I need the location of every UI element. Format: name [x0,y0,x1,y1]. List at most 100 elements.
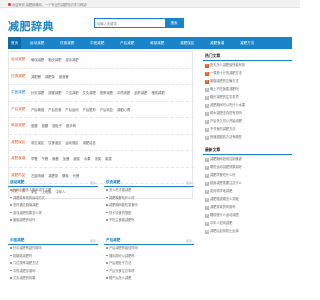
more-link[interactable]: 更多 [90,239,96,243]
category-link[interactable]: 晚餐 [52,157,59,161]
latest-article-item[interactable]: 3 减肥早餐吃什么好 [203,171,292,179]
latest-article-item[interactable]: 9 中年人如何减肥 [203,219,292,227]
category-label[interactable]: 产后减肥 [11,107,25,112]
category-link[interactable]: 减肥谣言 [83,141,96,145]
category-link[interactable]: 瘦手臂 [66,124,76,128]
category-link[interactable]: 健身餐 [59,75,69,79]
category-link[interactable]: 瘦腰 [42,124,49,128]
article-item[interactable]: 产后减肥的最佳时间 [104,245,194,253]
category-link[interactable]: 穴位减肥 [65,91,78,95]
more-link[interactable]: 更多 [186,181,192,185]
article-item[interactable]: 拔罐能减肥吗 [8,253,98,261]
hot-article-item[interactable]: 1 夏天怎么减肥最快最有效 [203,61,292,69]
category-link[interactable]: 瑜伽减肥 [31,58,44,62]
category-link[interactable]: 拔罐减肥 [48,91,61,95]
latest-article-item[interactable]: 4 健身减肥需要注意什么 [203,179,292,187]
article-item[interactable]: 减肥晚餐吃什么好 [104,195,194,203]
category-link[interactable]: 代餐 [73,174,80,178]
box-title[interactable]: 产后减肥 [106,238,120,243]
category-link[interactable]: 水果 [84,157,91,161]
article-item[interactable]: 顺产后怎么减肥 [104,275,194,283]
category-link[interactable]: 减肥心得 [117,108,130,112]
category-link[interactable]: 针灸减肥 [31,91,44,95]
category-link[interactable]: 午餐 [42,157,49,161]
search-input[interactable] [97,20,159,27]
more-link[interactable]: 更多 [186,239,192,243]
nav-item-methods[interactable]: 减肥方法 [240,37,254,49]
category-link[interactable]: 中药减肥 [117,91,130,95]
hot-article-item[interactable]: 4 晚上不吃饭能减肥吗 [203,85,292,93]
category-link[interactable]: 瘦腿 [31,124,38,128]
category-link[interactable]: 左旋肉碱 [31,174,44,178]
category-link[interactable]: 减肥茶 [45,75,55,79]
article-item[interactable]: 针灸减肥有副作用吗 [8,245,98,253]
nav-item-recipes[interactable]: 减肥食谱 [210,37,224,49]
nav-item-home[interactable]: 首页 [8,37,22,49]
article-item[interactable]: 瑜伽减肥的动作 [8,217,98,225]
category-link[interactable]: 产后恢复 [100,108,113,112]
more-link[interactable]: 更多 [90,181,96,185]
category-link[interactable]: 刮痧减肥 [134,91,147,95]
nav-item-postpartum[interactable]: 产后减肥 [120,37,134,49]
category-link[interactable]: 按摩减肥 [100,91,113,95]
category-label[interactable]: 运动减肥 [11,57,25,62]
nav-item-myths[interactable]: 减肥误区 [180,37,194,49]
site-logo[interactable]: 减肥辞典 [8,18,54,34]
category-link[interactable]: 汤类 [95,157,102,161]
category-link[interactable]: 产后饮食 [48,108,61,112]
nav-item-local[interactable]: 局部减肥 [150,37,164,49]
category-link[interactable]: 常见误区 [31,141,44,145]
category-link[interactable]: 游泳减肥 [65,58,78,62]
article-item[interactable]: 产后饮食注意事项 [104,268,194,276]
category-label[interactable]: 减肥食谱 [11,156,25,161]
article-item[interactable]: 为什么很多人跑步减不了肥 [8,187,98,195]
category-link[interactable]: 饮食误区 [48,141,61,145]
nav-item-diet[interactable]: 饮食减肥 [60,37,74,49]
latest-article-item[interactable]: 2 哪些运动减肥效果最好 [203,163,292,171]
article-item[interactable]: 怎么吃才能减肥 [104,187,194,195]
category-link[interactable]: 埋线减肥 [151,91,164,95]
category-link[interactable]: 早餐 [31,157,38,161]
article-item[interactable]: 减肥最有效的运动方式 [8,195,98,203]
box-title[interactable]: 运动减肥 [10,180,24,185]
box-title[interactable]: 中医减肥 [10,238,24,243]
article-item[interactable]: 艾灸减肥的效果 [8,275,98,283]
category-link[interactable]: 减肥茶 [48,174,58,178]
category-link[interactable]: 跑步减肥 [48,58,61,62]
category-link[interactable]: 减肥餐 [31,75,41,79]
latest-article-item[interactable]: 7 减肥茶真的有用吗 [203,203,292,211]
category-label[interactable]: 中医减肥 [11,90,25,95]
category-link[interactable]: 产后瑜伽 [31,108,44,112]
category-link[interactable]: 加餐 [63,157,70,161]
hot-article-item[interactable]: 6 减肥期间可以吃什么水果 [203,101,292,109]
category-label[interactable]: 减肥误区 [11,140,25,145]
latest-article-item[interactable]: 8 睡前做什么运动减肥 [203,211,292,219]
category-link[interactable]: 蔬菜 [73,157,80,161]
article-item[interactable]: 减肥期间能吃零食吗 [104,202,194,210]
article-item[interactable]: 怎样通过跳绳减肥 [8,202,98,210]
article-item[interactable]: 不吃主食能减肥吗 [104,217,194,225]
nav-item-tcm[interactable]: 中医减肥 [90,37,104,49]
category-label[interactable]: 饮食减肥 [11,74,25,79]
category-link[interactable]: 产后塑形 [83,108,96,112]
latest-article-item[interactable]: 6 減肥瓶颈期怎么突破 [203,195,292,203]
search-button[interactable]: 搜索 [165,19,183,27]
category-link[interactable]: 艾灸减肥 [83,91,96,95]
hot-article-item[interactable]: 9 不节食的减肥方法 [203,125,292,133]
hot-article-item[interactable]: 5 跑步减肥的注意事项 [203,93,292,101]
hot-article-item[interactable]: 3 瑜伽减肥的正确方法 [203,77,292,85]
article-item[interactable]: 游泳减肥效果怎么样 [8,210,98,218]
category-link[interactable]: 酵素 [62,174,69,178]
latest-article-item[interactable]: 10 减肥后如何防止反弹 [203,227,292,235]
article-item[interactable]: 低卡饮食的搭配 [104,210,194,218]
category-label[interactable]: 局部减肥 [11,123,25,128]
hot-article-item[interactable]: 2 一周瘦十斤的减肥方法 [203,69,292,77]
box-title[interactable]: 饮食减肥 [106,180,120,185]
category-link[interactable]: 粥类 [105,157,112,161]
article-item[interactable]: 哺乳期可以减肥吗 [104,253,194,261]
hot-article-item[interactable]: 10 快速瘦腿的方法有哪些 [203,133,292,141]
hot-article-item[interactable]: 7 喝水减肥法真的有效吗 [203,109,292,117]
latest-article-item[interactable]: 5 如何科学地减肥 [203,187,292,195]
article-item[interactable]: 产后瘦肚子方法 [104,260,194,268]
category-link[interactable]: 运动误区 [65,141,78,145]
